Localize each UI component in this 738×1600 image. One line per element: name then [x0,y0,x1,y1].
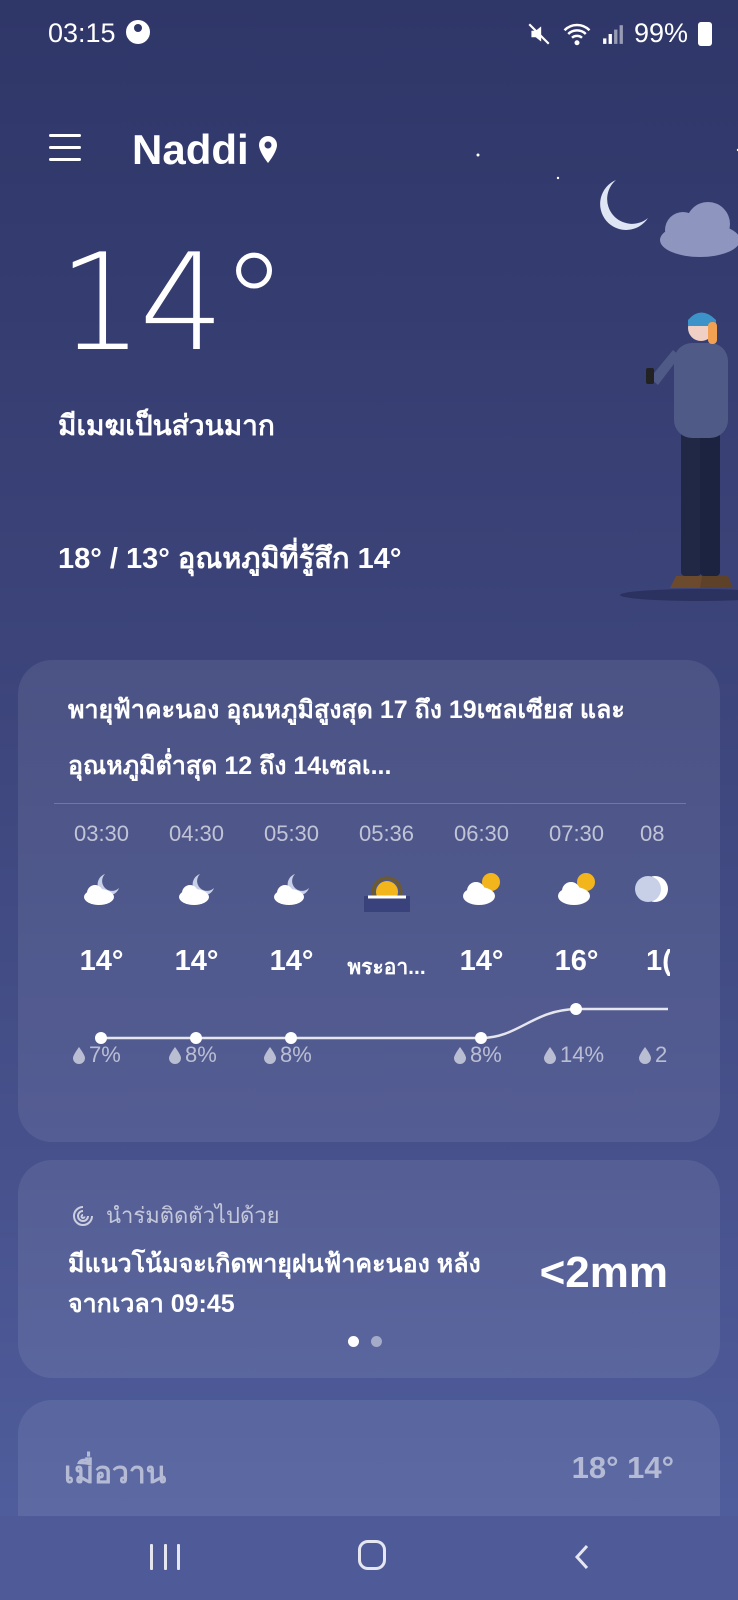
precip-item: 8% [453,1042,502,1068]
wifi-icon [563,23,591,45]
status-icons: 99% [526,18,712,49]
hourly-forecast-card[interactable]: พายุฟ้าคะนอง อุณหภูมิสูงสุด 17 ถึง 19เซล… [18,660,720,1142]
temp-point [570,1003,582,1015]
precip-value: 7% [89,1042,121,1067]
location-pin-icon [258,136,277,163]
precip-item: 7% [72,1042,121,1068]
weather-illustration [476,148,738,601]
battery-icon [698,21,712,46]
signal-icon [603,24,623,44]
temperature-graph [95,1003,668,1044]
temperature-line [101,1007,668,1040]
precip-value: 8% [280,1042,312,1067]
status-time: 03:15 [48,18,116,48]
page-indicator[interactable] [348,1336,382,1347]
moon-icon [600,180,648,230]
rain-alert-card[interactable]: นำร่มติดตัวไปด้วย มีแนวโน้มจะเกิดพายุฝนฟ… [18,1160,720,1378]
menu-icon[interactable] [49,134,81,162]
current-condition: มีเมฆเป็นส่วนมาก [58,410,275,441]
hilo-feels-like: 18° / 13° อุณหภูมิที่รู้สึก 14° [58,543,402,575]
current-temperature: 14° [58,225,288,381]
battery-percent: 99% [633,18,688,48]
account-circle-icon [126,20,150,44]
rain-text: มีแนวโน้มจะเกิดพายุฝนฟ้าคะนอง หลังจากเวล… [68,1250,481,1318]
drop-icon [73,1047,85,1064]
star [476,153,480,157]
status-bar: 03:15 99% [0,0,738,66]
precip-item: 8% [168,1042,217,1068]
person-figure [620,312,738,601]
umbrella-label: นำร่มติดตัวไปด้วย [70,1198,280,1233]
drop-icon [264,1047,276,1064]
precip-value: 2 [655,1042,668,1067]
page-dot-active[interactable] [348,1336,359,1347]
drop-icon [544,1047,556,1064]
navigation-bar [0,1516,738,1600]
home-button[interactable] [358,1540,386,1570]
umbrella-text: นำร่มติดตัวไปด้วย [106,1203,280,1228]
precip-item: 2 [638,1042,667,1068]
yesterday-temps: 18° 14° [571,1450,674,1485]
drop-icon [639,1047,651,1064]
cloud-icon [660,202,738,257]
yesterday-label: เมื่อวาน [64,1457,167,1490]
mute-icon [528,22,550,45]
page-dot[interactable] [371,1336,382,1347]
precip-item: 8% [263,1042,312,1068]
location-title[interactable]: Naddi [132,126,279,174]
precip-value: 8% [185,1042,217,1067]
precip-value: 8% [470,1042,502,1067]
back-button[interactable] [568,1542,598,1572]
recent-apps-button[interactable] [150,1544,180,1570]
precip-item: 14% [543,1042,604,1068]
star [556,176,560,180]
drop-icon [454,1047,466,1064]
drop-icon [169,1047,181,1064]
swirl-icon [73,1205,93,1226]
location-name: Naddi [132,126,249,173]
precip-value: 14% [560,1042,605,1067]
rain-amount: <2mm [539,1248,668,1297]
